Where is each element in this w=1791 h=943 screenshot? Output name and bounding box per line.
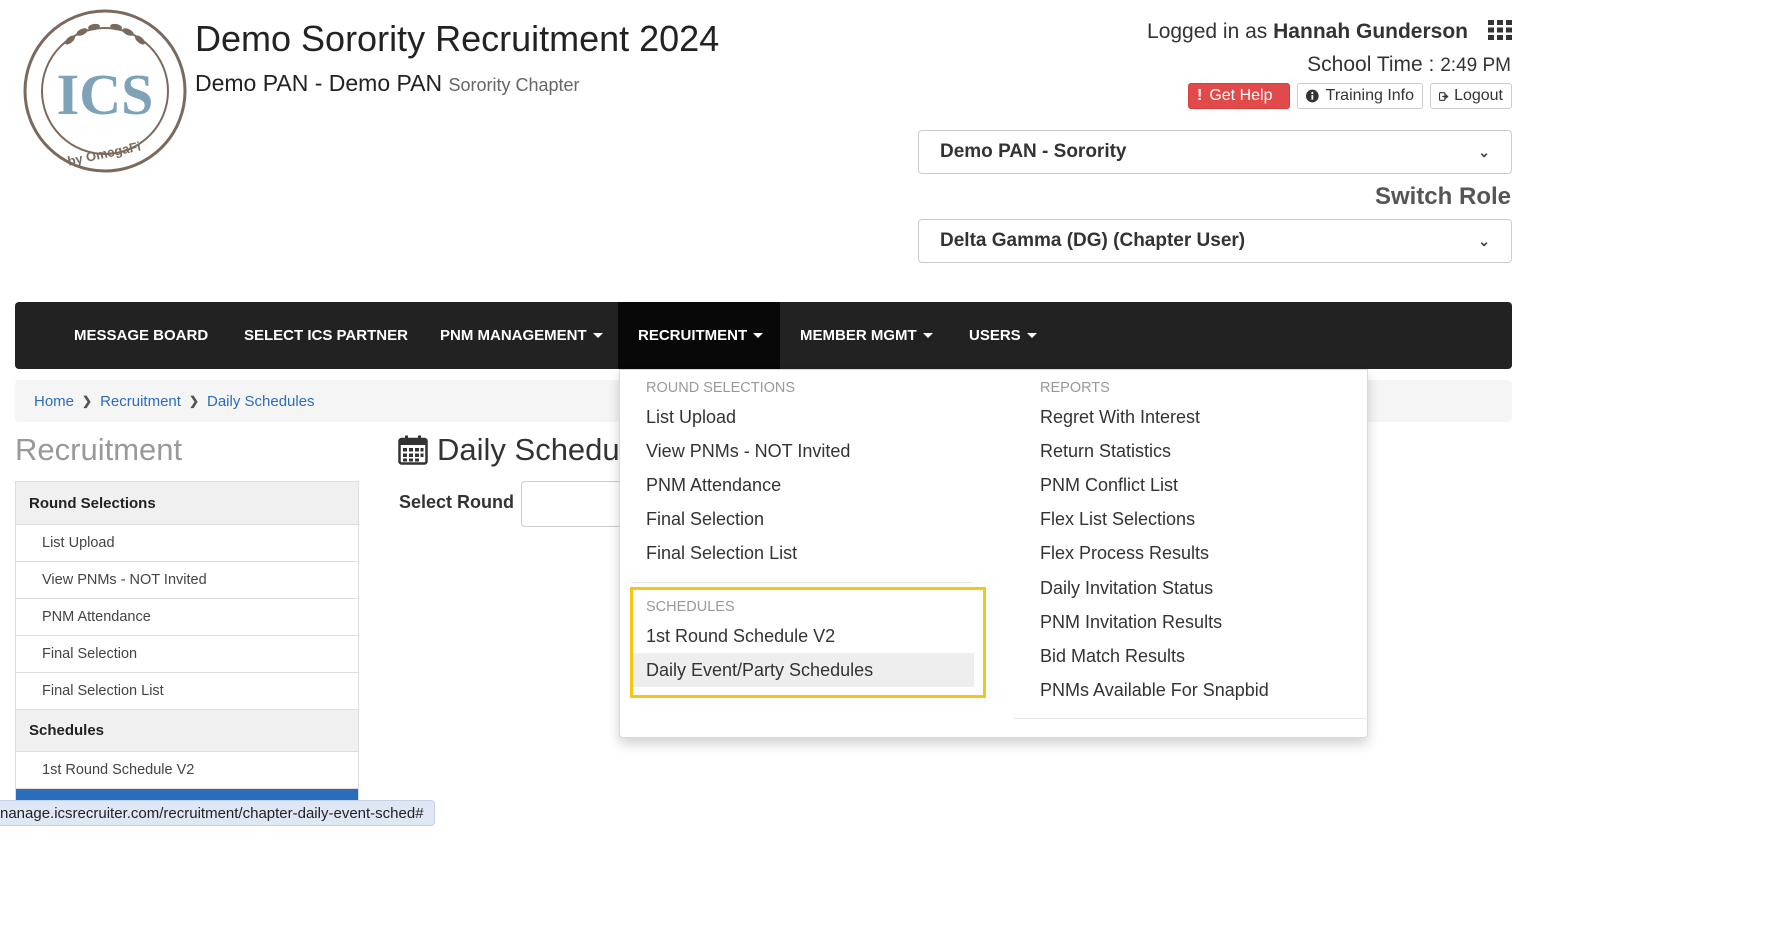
sidebar-item-final-selection[interactable]: Final Selection: [16, 636, 358, 673]
select-round-dropdown[interactable]: [521, 481, 632, 527]
info-icon: [1306, 89, 1319, 103]
nav-member-mgmt[interactable]: MEMBER MGMT: [780, 302, 953, 369]
sidebar-item-1st-round-schedule[interactable]: 1st Round Schedule V2: [16, 752, 358, 789]
breadcrumb-home[interactable]: Home: [34, 393, 74, 410]
switch-role-label: Switch Role: [1374, 183, 1511, 210]
dropdown-item-bid-match-results[interactable]: Bid Match Results: [1040, 646, 1185, 667]
nav-label: MESSAGE BOARD: [74, 327, 209, 344]
select-round-label: Select Round: [399, 492, 515, 512]
organization-select-value: Demo PAN - Sorority: [940, 141, 1127, 162]
sidebar-item-list-upload[interactable]: List Upload: [16, 525, 358, 562]
school-time: School Time : 2:49 PM: [1307, 53, 1511, 77]
chevron-right-icon: ❯: [82, 394, 93, 408]
caret-down-icon: [922, 333, 933, 338]
caret-down-icon: [592, 333, 603, 338]
dropdown-heading-round-selections: ROUND SELECTIONS: [646, 380, 796, 396]
dropdown-item-pnms-available-for-snapbid[interactable]: PNMs Available For Snapbid: [1040, 680, 1269, 701]
chevron-right-icon: ❯: [188, 394, 199, 408]
apps-grid-icon[interactable]: [1488, 20, 1512, 40]
highlight-box: [630, 587, 986, 698]
subtitle-text: Demo PAN - Demo PAN: [195, 70, 443, 96]
nav-users[interactable]: USERS: [949, 302, 1057, 369]
sidebar-panel: Round Selections List Upload View PNMs -…: [15, 481, 359, 811]
browser-status-url: nanage.icsrecruiter.com/recruitment/chap…: [0, 800, 435, 826]
ics-logo: ICS by OmegaFi: [23, 9, 187, 173]
svg-text:ICS: ICS: [57, 62, 154, 127]
school-time-value: 2:49 PM: [1440, 55, 1511, 76]
sidebar-item-final-selection-list[interactable]: Final Selection List: [16, 673, 358, 710]
role-select[interactable]: Delta Gamma (DG) (Chapter User) ⌄: [918, 219, 1512, 263]
sidebar-item-view-pnms-not-invited[interactable]: View PNMs - NOT Invited: [16, 562, 358, 599]
sidebar-heading-schedules: Schedules: [16, 710, 358, 752]
nav-label: USERS: [969, 327, 1021, 344]
nav-pnm-management[interactable]: PNM MANAGEMENT: [420, 302, 623, 369]
role-select-value: Delta Gamma (DG) (Chapter User): [940, 230, 1246, 251]
dropdown-heading-reports: REPORTS: [1040, 380, 1110, 396]
dropdown-item-pnm-attendance[interactable]: PNM Attendance: [646, 475, 781, 496]
chevron-down-icon: ⌄: [1478, 143, 1490, 160]
exclamation-icon: !: [1197, 87, 1203, 104]
caret-down-icon: [1026, 333, 1037, 338]
sidebar-heading-round-selections: Round Selections: [16, 482, 358, 525]
get-help-label: Get Help: [1209, 87, 1273, 104]
dropdown-item-flex-process-results[interactable]: Flex Process Results: [1040, 543, 1209, 564]
main-title-text: Daily Schedu: [437, 432, 620, 467]
main-navbar: MESSAGE BOARD SELECT ICS PARTNER PNM MAN…: [15, 302, 1512, 369]
dropdown-item-view-pnms-not-invited[interactable]: View PNMs - NOT Invited: [646, 441, 850, 462]
nav-message-board[interactable]: MESSAGE BOARD: [54, 302, 228, 369]
caret-down-icon: [753, 333, 764, 338]
dropdown-item-final-selection[interactable]: Final Selection: [646, 509, 764, 530]
sidebar-title: Recruitment: [15, 432, 183, 467]
logout-button[interactable]: Logout: [1430, 83, 1512, 109]
dropdown-item-daily-invitation-status[interactable]: Daily Invitation Status: [1040, 578, 1213, 599]
nav-label: SELECT ICS PARTNER: [244, 327, 408, 344]
dropdown-divider: [632, 582, 974, 583]
nav-label: PNM MANAGEMENT: [440, 327, 587, 344]
dropdown-item-return-statistics[interactable]: Return Statistics: [1040, 441, 1171, 462]
get-help-button[interactable]: ! Get Help: [1188, 83, 1290, 109]
dropdown-item-flex-list-selections[interactable]: Flex List Selections: [1040, 509, 1195, 530]
dropdown-item-pnm-conflict-list[interactable]: PNM Conflict List: [1040, 475, 1178, 496]
dropdown-item-regret-with-interest[interactable]: Regret With Interest: [1040, 407, 1200, 428]
main-title: Daily Schedu: [398, 432, 620, 468]
logged-in-prefix: Logged in as: [1147, 20, 1268, 43]
dropdown-divider: [1014, 718, 1368, 719]
breadcrumb-daily-schedules[interactable]: Daily Schedules: [207, 393, 315, 410]
nav-label: RECRUITMENT: [638, 327, 748, 344]
page-subtitle: Demo PAN - Demo PAN Sorority Chapter: [195, 70, 580, 97]
dropdown-item-list-upload[interactable]: List Upload: [646, 407, 736, 428]
logout-icon: [1439, 91, 1449, 101]
nav-recruitment[interactable]: RECRUITMENT: [618, 302, 780, 369]
logged-in-text: Logged in as Hannah Gunderson: [1147, 20, 1468, 44]
logout-label: Logout: [1454, 87, 1503, 104]
dropdown-item-pnm-invitation-results[interactable]: PNM Invitation Results: [1040, 612, 1222, 633]
nav-label: MEMBER MGMT: [800, 327, 917, 344]
school-time-label: School Time :: [1307, 53, 1435, 76]
organization-select[interactable]: Demo PAN - Sorority ⌄: [918, 130, 1512, 174]
training-info-label: Training Info: [1325, 87, 1414, 104]
calendar-icon: [398, 435, 428, 465]
recruitment-dropdown-menu: ROUND SELECTIONS List Upload View PNMs -…: [619, 369, 1368, 738]
training-info-button[interactable]: Training Info: [1297, 83, 1423, 109]
sidebar-item-pnm-attendance[interactable]: PNM Attendance: [16, 599, 358, 636]
breadcrumb-recruitment[interactable]: Recruitment: [100, 393, 181, 410]
subtitle-suffix: Sorority Chapter: [448, 75, 580, 95]
dropdown-item-final-selection-list[interactable]: Final Selection List: [646, 543, 797, 564]
chevron-down-icon: ⌄: [1478, 232, 1490, 249]
page-title: Demo Sorority Recruitment 2024: [195, 18, 720, 59]
nav-select-ics-partner[interactable]: SELECT ICS PARTNER: [224, 302, 428, 369]
user-name: Hannah Gunderson: [1273, 20, 1468, 43]
